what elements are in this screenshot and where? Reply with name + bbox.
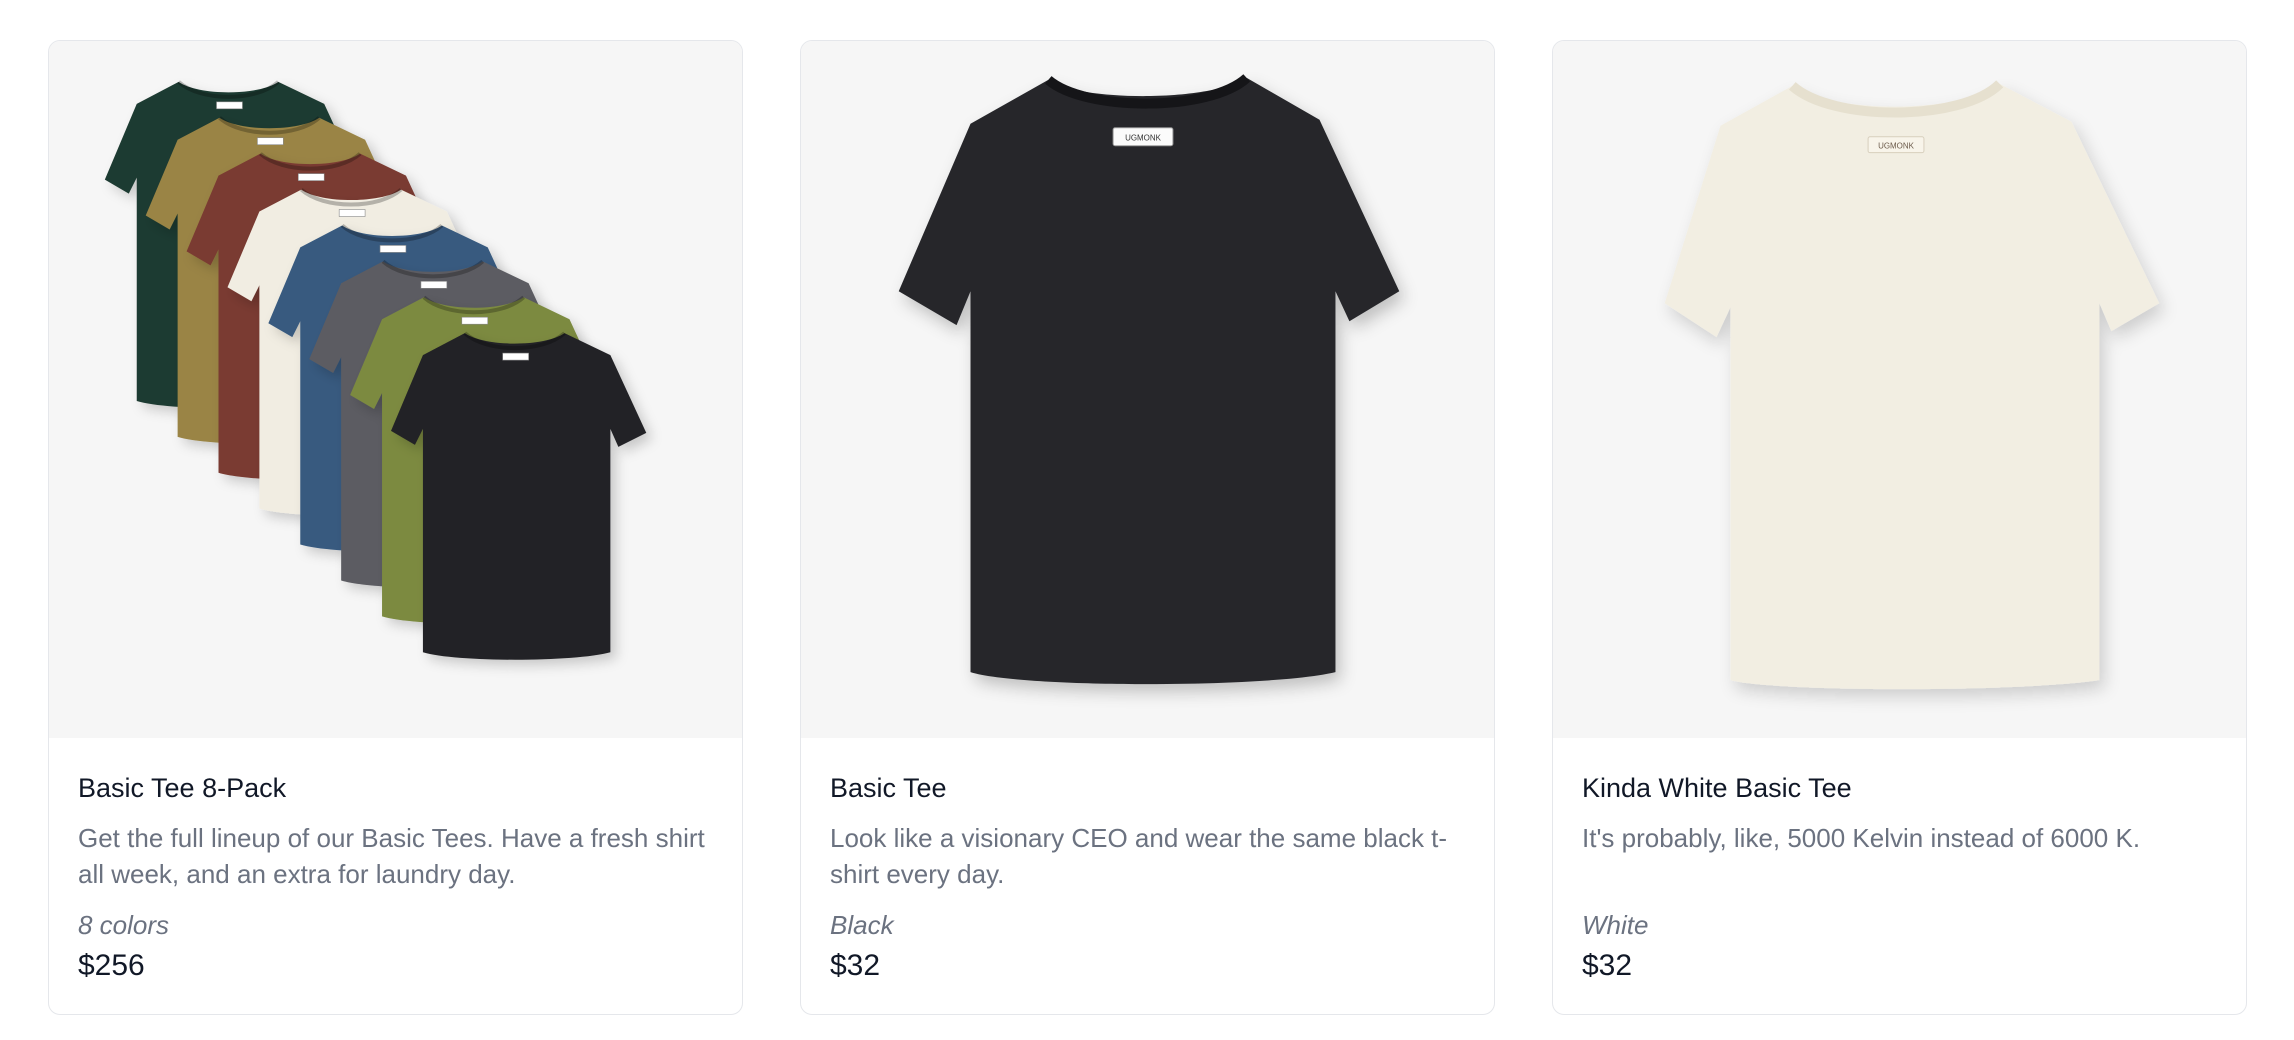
product-card-basic-tee[interactable]: UGMONK Basic Tee Look like a visionary C…	[800, 40, 1495, 1015]
product-options: 8 colors	[78, 910, 170, 940]
product-description: It's probably, like, 5000 Kelvin instead…	[1582, 823, 2141, 853]
tee-tag-label: UGMONK	[1878, 142, 1915, 151]
product-image-black-tee[interactable]: UGMONK	[801, 41, 1494, 738]
product-options: Black	[830, 910, 894, 940]
product-image-stack-of-eight-tees[interactable]	[49, 41, 742, 738]
product-grid: Basic Tee 8-Pack Get the full lineup of …	[48, 40, 2247, 1015]
tee-body	[1664, 83, 2160, 690]
tee-tag-label: UGMONK	[1125, 134, 1162, 143]
tee-stack-illustration	[104, 80, 647, 660]
product-name[interactable]: Basic Tee 8-Pack	[78, 770, 713, 806]
product-image-off-white-tee[interactable]: UGMONK	[1553, 41, 2246, 738]
off-white-tee-illustration: UGMONK	[1664, 80, 2160, 690]
product-price: $32	[830, 949, 881, 982]
product-name[interactable]: Kinda White Basic Tee	[1582, 770, 2217, 806]
product-description: Look like a visionary CEO and wear the s…	[830, 823, 1448, 889]
black-tee-illustration: UGMONK	[898, 73, 1400, 685]
product-description: Get the full lineup of our Basic Tees. H…	[78, 823, 705, 889]
product-price: $256	[78, 949, 145, 982]
product-name[interactable]: Basic Tee	[830, 770, 1465, 806]
tee-body	[898, 77, 1400, 685]
product-options: White	[1582, 910, 1649, 940]
product-price: $32	[1582, 949, 1633, 982]
product-card-basic-tee-8-pack[interactable]: Basic Tee 8-Pack Get the full lineup of …	[48, 40, 743, 1015]
stacked-tee	[391, 331, 647, 660]
product-card-kinda-white-basic-tee[interactable]: UGMONK Kinda White Basic Tee It's probab…	[1552, 40, 2247, 1015]
